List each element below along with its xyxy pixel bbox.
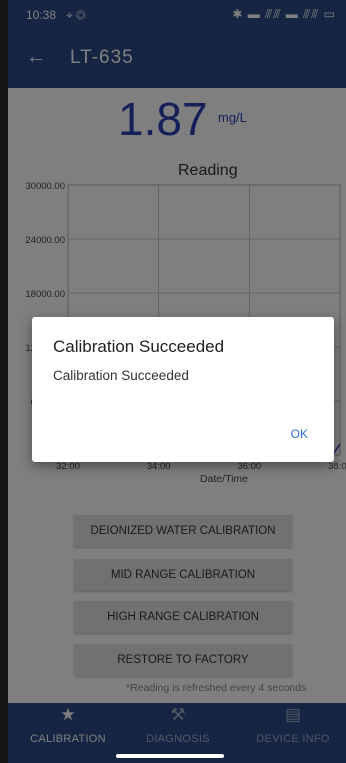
calibration-dialog: Calibration Succeeded Calibration Succee…	[32, 317, 334, 462]
dialog-title: Calibration Succeeded	[53, 337, 225, 356]
dialog-ok-button[interactable]: OK	[291, 427, 308, 441]
home-indicator[interactable]	[116, 754, 224, 758]
dialog-message: Calibration Succeeded	[53, 368, 189, 383]
